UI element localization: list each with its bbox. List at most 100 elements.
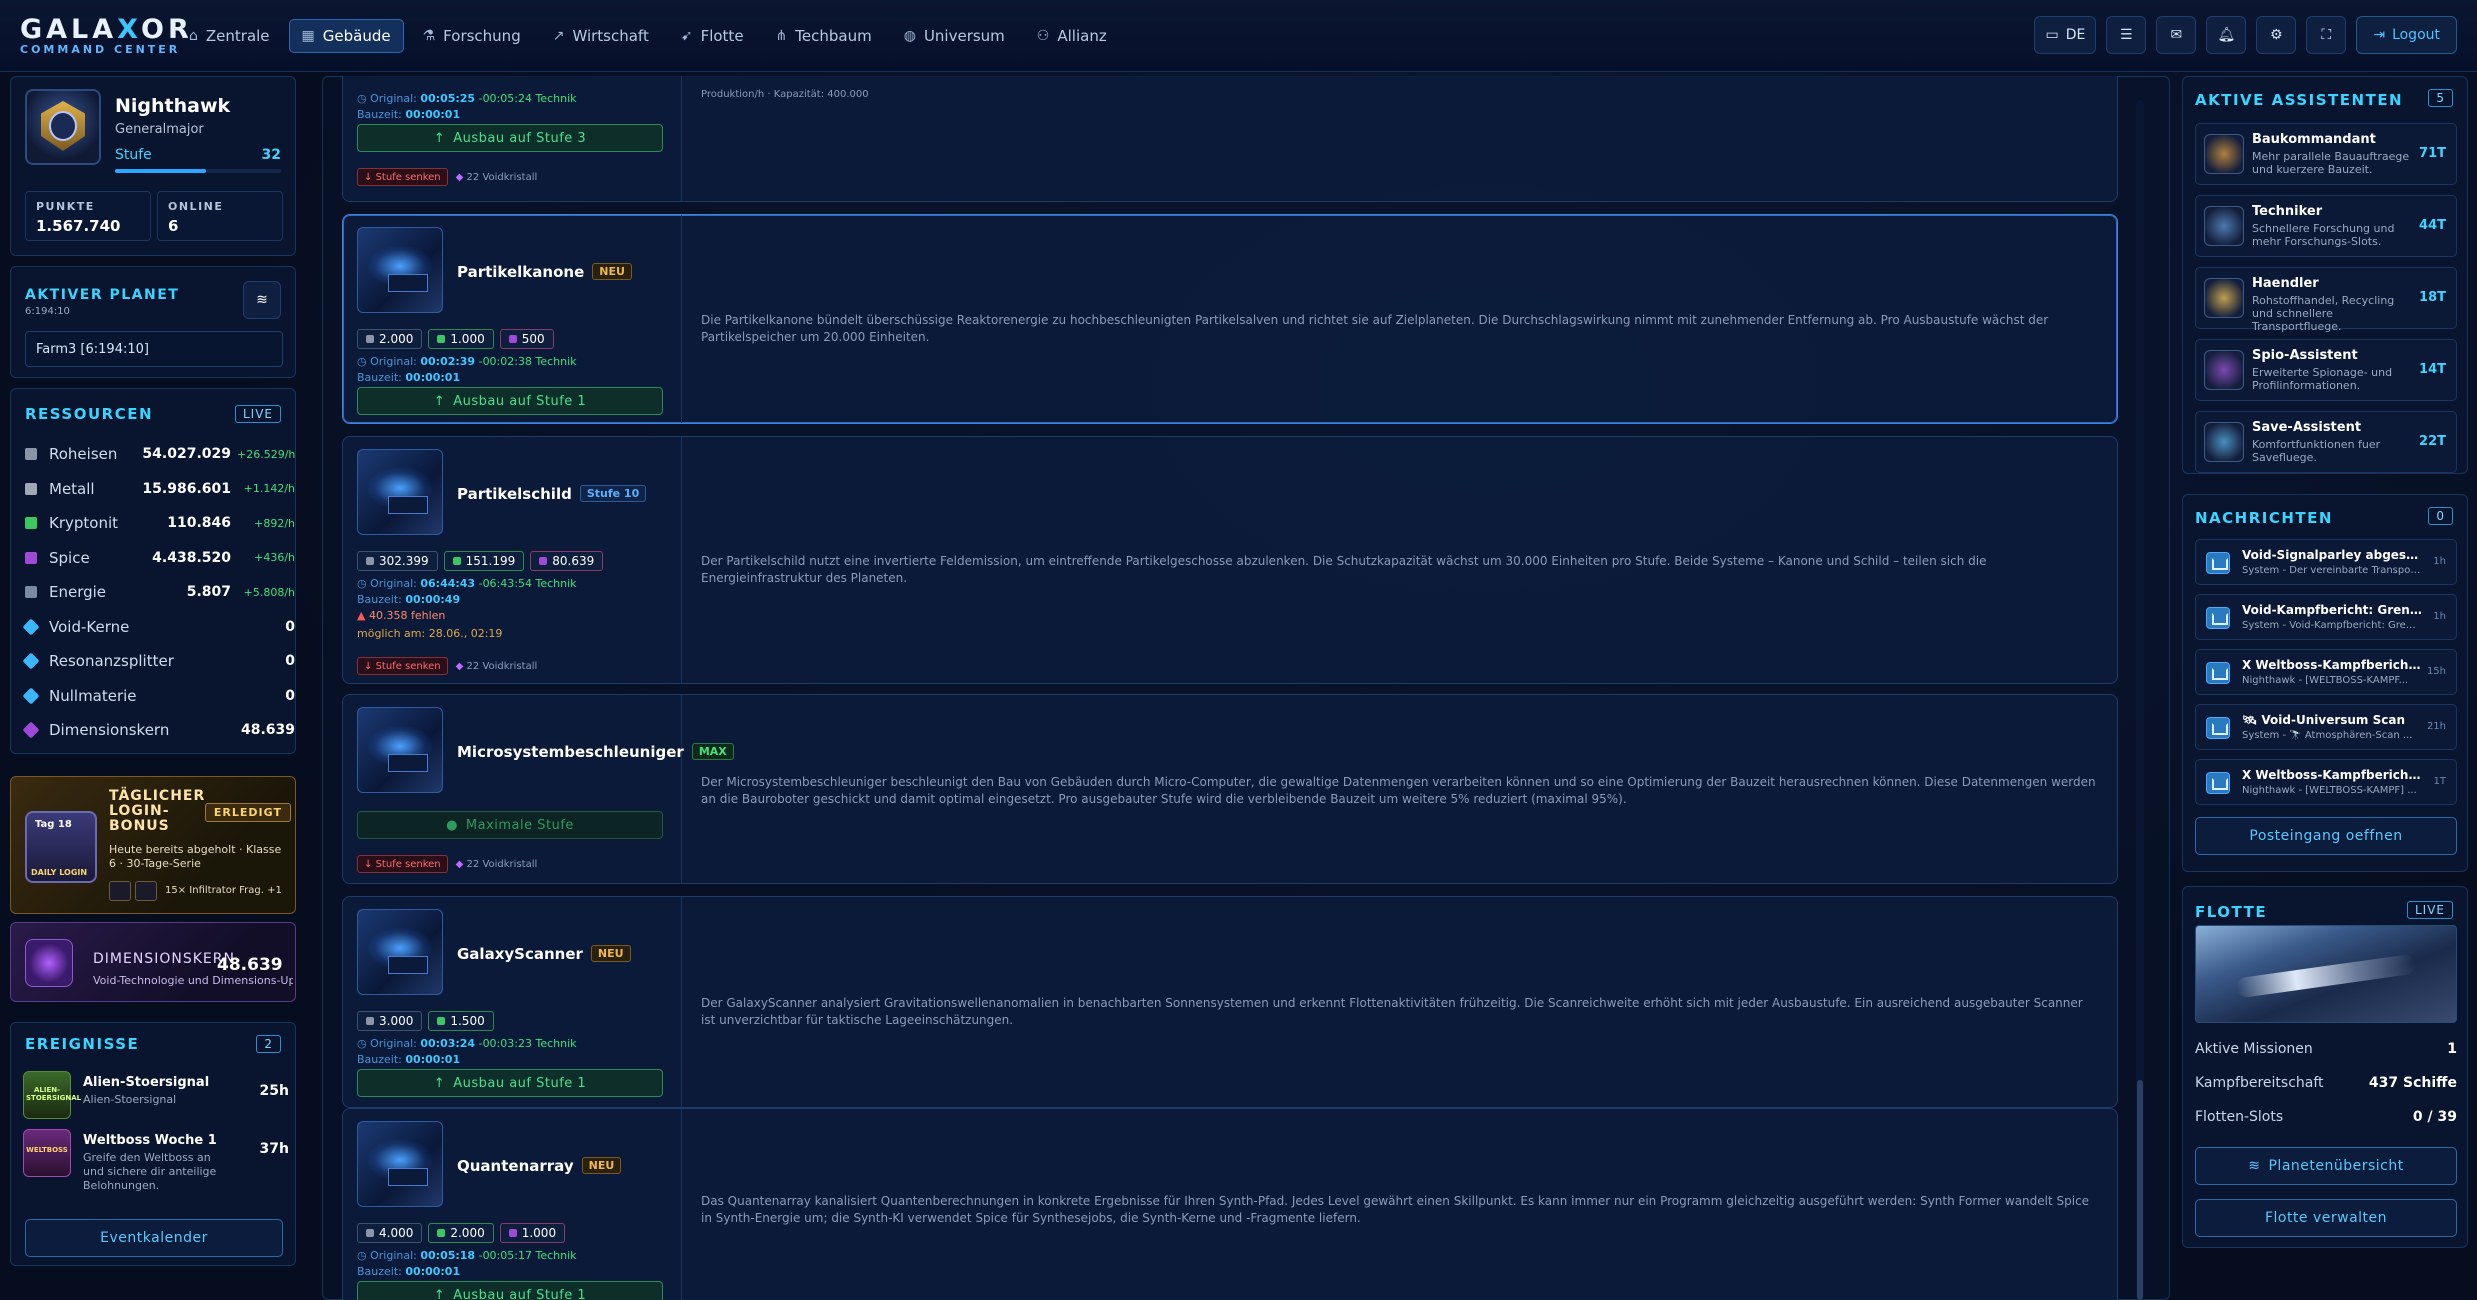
- upgrade-button[interactable]: ↑ Ausbau auf Stufe 1: [357, 1281, 663, 1300]
- app-logo[interactable]: GALAXOR COMMAND CENTER: [20, 14, 193, 56]
- downgrade-button[interactable]: ↓ Stufe senken: [357, 168, 448, 186]
- max-level-button[interactable]: ● Maximale Stufe: [357, 811, 663, 839]
- orig-label: Original:: [370, 577, 417, 590]
- assistant-description: Mehr parallele Bauauftraege und kuerzere…: [2252, 150, 2410, 176]
- building-name-text: Quantenarray: [457, 1157, 574, 1175]
- downgrade-button[interactable]: ↓ Stufe senken: [357, 855, 448, 873]
- upgrade-label: Maximale Stufe: [465, 817, 574, 833]
- home-icon: ⌂: [189, 28, 198, 44]
- original-time: ◷ Original: 00:03:24 -00:03:23 Technik: [357, 1037, 577, 1050]
- nav-zentrale[interactable]: ⌂ Zentrale: [176, 19, 283, 53]
- message-item[interactable]: Void-Kampfbericht: Grenzpat... System - V…: [2195, 594, 2457, 640]
- event-image: WELTBOSS: [23, 1129, 71, 1177]
- message-item[interactable]: X Weltboss-Kampfbericht ... Nighthawk - […: [2195, 649, 2457, 695]
- fleet-row-label: Flotten-Slots: [2195, 1109, 2284, 1125]
- logout-button[interactable]: ⇥ Logout: [2356, 16, 2457, 54]
- assistant-item[interactable]: Save-Assistent Komfortfunktionen fuer Sav…: [2195, 411, 2457, 473]
- cost-value: 302.399: [379, 554, 429, 568]
- cost-chip: 4.000: [357, 1223, 423, 1243]
- building-description: Die Partikelkanone bündelt überschüssige…: [701, 313, 2049, 344]
- language-button[interactable]: ▭ DE: [2034, 16, 2097, 54]
- scrollbar-thumb[interactable]: [2137, 1080, 2143, 1300]
- menu-button[interactable]: ☰: [2106, 16, 2147, 54]
- nav-allianz[interactable]: ⚇ Allianz: [1024, 19, 1120, 53]
- assistant-item[interactable]: Haendler Rohstoffhandel, Recycling und sc…: [2195, 267, 2457, 333]
- image-structure: [388, 1168, 428, 1186]
- nav-flotte[interactable]: ➹ Flotte: [668, 19, 757, 53]
- nav-techbaum[interactable]: ⋔ Techbaum: [763, 19, 885, 53]
- planet-title: AKTIVER PLANET: [25, 287, 180, 303]
- building-card[interactable]: Partikelkanone NEU 2.000 1.000 500 ◷ Original…: [342, 214, 2118, 424]
- event-subtitle: Alien-Stoersignal: [83, 1093, 177, 1106]
- resource-icon: [437, 1229, 446, 1237]
- upgrade-button[interactable]: ↑ Ausbau auf Stufe 1: [357, 387, 663, 415]
- building-card-partial: ◷ Original: 00:05:25 -00:05:24 Technik B…: [342, 76, 2118, 202]
- flag-icon: ▭: [2045, 27, 2059, 43]
- cost-chip: 500: [499, 329, 554, 349]
- planet-select[interactable]: Farm3 [6:194:10]: [25, 331, 283, 367]
- event-item[interactable]: WELTBOSS Weltboss Woche 1 Greife den Wel…: [23, 1129, 293, 1193]
- assistant-description: Erweiterte Spionage- und Profilinformati…: [2252, 366, 2393, 392]
- building-card[interactable]: Microsystembeschleuniger MAX ● Maximale Stu…: [342, 694, 2118, 884]
- assistant-item[interactable]: Spio-Assistent Erweiterte Spionage- und P…: [2195, 339, 2457, 401]
- notifications-button[interactable]: 🔔︎: [2206, 16, 2247, 54]
- upgrade-button[interactable]: ↑ Ausbau auf Stufe 3: [357, 124, 663, 152]
- build-time-value: 00:00:01: [405, 1053, 461, 1066]
- building-card[interactable]: GalaxyScanner NEU 3.000 1.500 ◷ Original: 00…: [342, 896, 2118, 1108]
- message-item[interactable]: 🛰 Void-Universum Scan System - 🔭 Atmosphä…: [2195, 704, 2457, 750]
- resource-row: Energie 5.807 +5.808/h: [25, 575, 295, 609]
- reward-item-icon: [109, 881, 131, 901]
- cost-value: 2.000: [450, 1226, 485, 1240]
- arrow-up-icon: ↑: [433, 1287, 446, 1300]
- upgrade-button[interactable]: ↑ Ausbau auf Stufe 1: [357, 1069, 663, 1097]
- layers-icon: ≋: [256, 292, 268, 308]
- building-card[interactable]: Partikelschild Stufe 10 302.399 151.199 80.6…: [342, 436, 2118, 684]
- resource-rate: +5.808/h: [243, 585, 295, 599]
- nav-wirtschaft[interactable]: ↗ Wirtschaft: [540, 19, 662, 53]
- fleet-panel: FLOTTE LIVE Aktive Missionen 1 Kampfberei…: [2182, 886, 2468, 1248]
- envelope-icon: [2206, 552, 2230, 574]
- mail-button[interactable]: ✉: [2156, 16, 2197, 54]
- assistant-item[interactable]: Techniker Schnellere Forschung und mehr F…: [2195, 195, 2457, 257]
- nav-forschung[interactable]: ⚗ Forschung: [410, 19, 534, 53]
- level-value: 32: [261, 147, 281, 163]
- player-rank: Generalmajor: [115, 122, 204, 137]
- resource-value: 110.846: [167, 515, 231, 531]
- building-name-text: Partikelkanone: [457, 263, 585, 281]
- fleet-row-label: Aktive Missionen: [2195, 1041, 2313, 1057]
- scrollbar[interactable]: [2136, 100, 2144, 1300]
- resource-value: 0: [285, 618, 295, 635]
- assistant-duration: 71T: [2419, 146, 2446, 161]
- layers-button[interactable]: ≋: [243, 281, 281, 319]
- planet-overview-button[interactable]: ≋ Planetenübersicht: [2195, 1147, 2457, 1185]
- event-item[interactable]: ALIEN-STOERSIGNAL Alien-Stoersignal Alie…: [23, 1071, 293, 1125]
- avatar[interactable]: [25, 89, 101, 165]
- message-item[interactable]: X Weltboss-Kampfbericht — ... Nighthawk -…: [2195, 759, 2457, 805]
- dimension-panel[interactable]: DIMENSIONSKERN 48.639 Void-Technologie u…: [10, 922, 296, 1002]
- void-cost-label: 22 Voidkristall: [466, 858, 538, 870]
- building-card[interactable]: Quantenarray NEU 4.000 2.000 1.000 ◷ Original…: [342, 1108, 2118, 1300]
- fullscreen-button[interactable]: ⛶: [2306, 16, 2347, 54]
- event-calendar-button[interactable]: Eventkalender: [25, 1219, 283, 1257]
- building-name: Partikelschild Stufe 10: [457, 485, 647, 503]
- tree-icon: ⋔: [775, 28, 788, 44]
- nav-gebaeude[interactable]: ▦ Gebäude: [288, 19, 404, 53]
- assistant-item[interactable]: Baukommandant Mehr parallele Bauauftraege…: [2195, 123, 2457, 185]
- production-info: Produktion/h · Kapazität: 400.000: [701, 89, 869, 100]
- nav-universum[interactable]: ◍ Universum: [891, 19, 1018, 53]
- resource-name: Roheisen: [49, 445, 118, 463]
- manage-fleet-button[interactable]: Flotte verwalten: [2195, 1199, 2457, 1237]
- cost-chip: 151.199: [443, 551, 525, 571]
- assistant-name: Save-Assistent: [2252, 420, 2362, 435]
- assistants-count: 5: [2428, 89, 2453, 107]
- settings-button[interactable]: ⚙: [2256, 16, 2297, 54]
- build-label: Bauzeit:: [357, 593, 402, 606]
- assistant-duration: 14T: [2419, 362, 2446, 377]
- envelope-icon: [2206, 717, 2230, 739]
- clock-icon: ◷: [357, 92, 367, 105]
- downgrade-button[interactable]: ↓ Stufe senken: [357, 657, 448, 675]
- build-time: Bauzeit: 00:00:01: [357, 371, 460, 384]
- open-inbox-button[interactable]: Posteingang oeffnen: [2195, 817, 2457, 855]
- void-cost: ◆ 22 Voidkristall: [456, 172, 538, 183]
- message-item[interactable]: Void-Signalparley abgeschlo... System - D…: [2195, 539, 2457, 585]
